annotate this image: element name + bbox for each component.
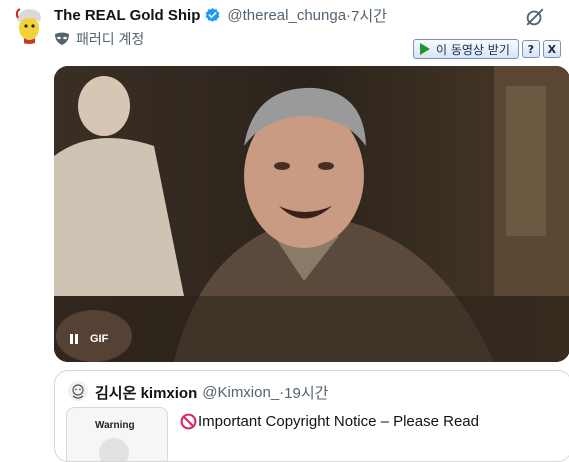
quote-thumbnail-label: Warning	[95, 420, 135, 431]
grok-icon[interactable]	[524, 6, 546, 28]
help-button[interactable]: ?	[521, 40, 540, 58]
post-time[interactable]: 7시간	[351, 5, 387, 26]
parody-label-text: 패러디 계정	[76, 31, 145, 47]
gif-badge: GIF	[90, 333, 109, 345]
author-name[interactable]: The REAL Gold Ship	[54, 7, 200, 24]
download-video-button[interactable]: 이 동영상 받기	[413, 39, 519, 59]
quote-text-row: Important Copyright Notice – Please Read	[180, 413, 479, 430]
gif-frame	[54, 66, 569, 362]
download-video-label: 이 동영상 받기	[436, 42, 510, 57]
quote-author-name[interactable]: 김시온 kimxion	[95, 382, 197, 403]
quote-thumbnail[interactable]: Warning	[66, 407, 168, 461]
author-handle[interactable]: @thereal_chunga	[227, 7, 346, 24]
prohibited-icon	[180, 413, 197, 430]
verified-badge-icon[interactable]	[204, 7, 221, 24]
author-avatar[interactable]	[9, 4, 49, 44]
close-button[interactable]: X	[542, 40, 561, 58]
quote-text: Important Copyright Notice – Please Read	[198, 413, 479, 430]
parody-account-label: 패러디 계정	[54, 29, 144, 49]
quote-thumbnail-shape	[99, 438, 129, 461]
quote-author-handle[interactable]: @Kimxion_	[202, 384, 279, 401]
video-download-toolbar: 이 동영상 받기 ? X	[413, 38, 561, 60]
gif-media[interactable]: GIF	[54, 66, 569, 362]
post-header: The REAL Gold Ship @thereal_chunga · 7시간	[54, 5, 387, 25]
quote-time[interactable]: 19시간	[284, 382, 328, 403]
quote-author-avatar[interactable]	[68, 381, 88, 401]
quoted-post[interactable]: 김시온 kimxion @Kimxion_ · 19시간 Warning Imp…	[54, 370, 569, 462]
mask-icon	[54, 32, 70, 46]
gif-controls: GIF	[66, 331, 108, 347]
play-icon	[420, 43, 430, 55]
pause-icon[interactable]	[66, 331, 82, 347]
quote-header: 김시온 kimxion @Kimxion_ · 19시간	[95, 382, 328, 402]
